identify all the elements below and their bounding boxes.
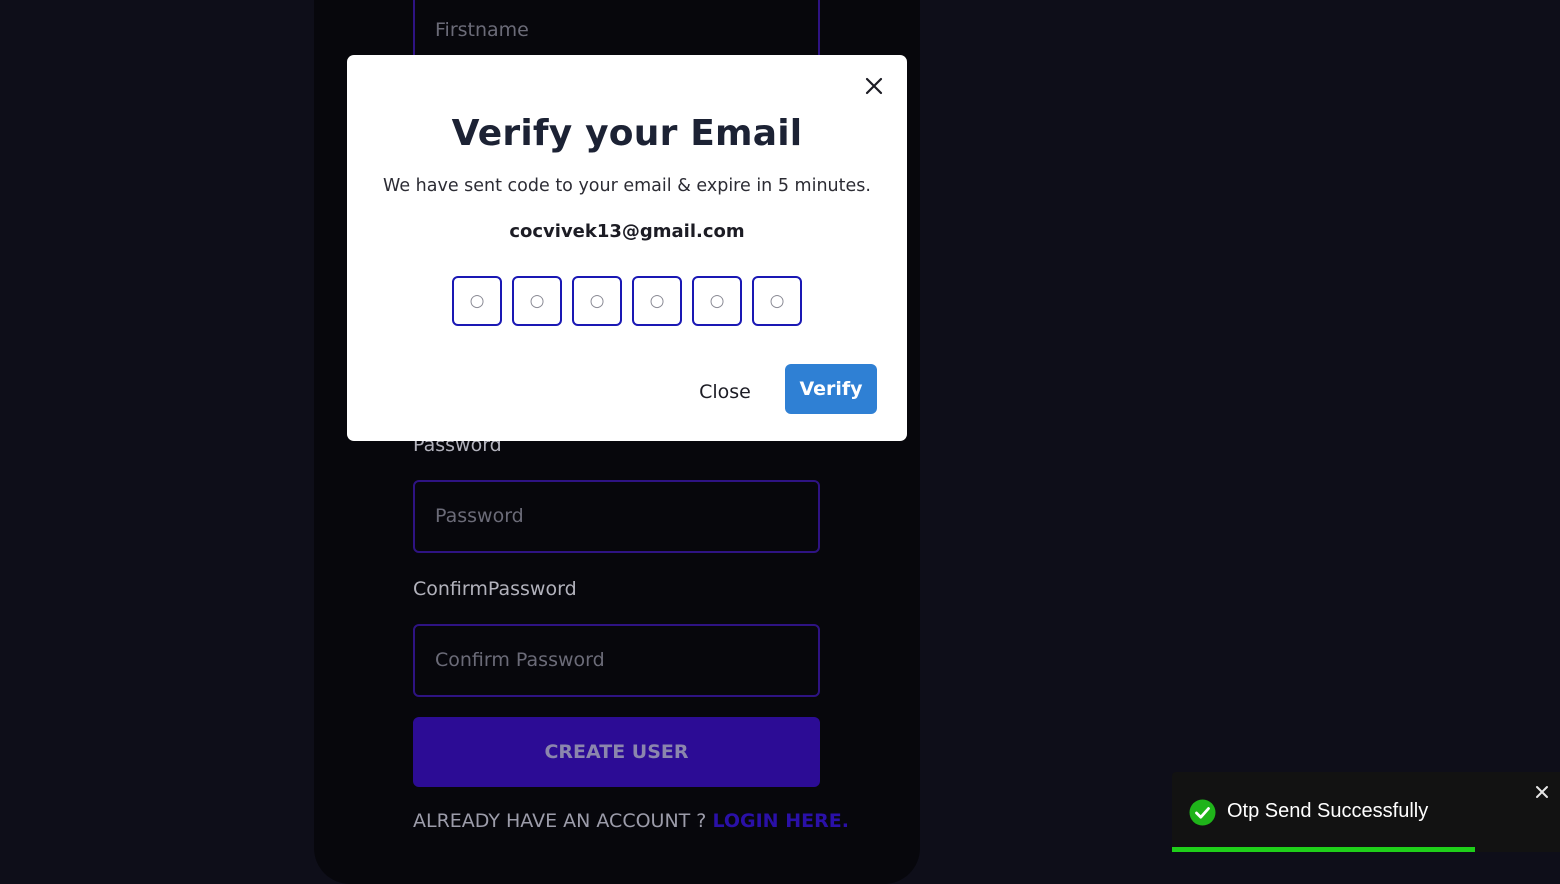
- create-user-button[interactable]: CREATE USER: [413, 717, 820, 787]
- login-here-link[interactable]: LOGIN HERE.: [712, 810, 848, 832]
- otp-digit-2[interactable]: ○: [512, 276, 562, 326]
- otp-digit-4[interactable]: ○: [632, 276, 682, 326]
- toast-progress-bar: [1172, 847, 1475, 852]
- modal-email: cocvivek13@gmail.com: [509, 221, 745, 242]
- confirm-password-input[interactable]: Confirm Password: [413, 624, 820, 697]
- firstname-input[interactable]: Firstname: [413, 0, 820, 61]
- otp-digit-5[interactable]: ○: [692, 276, 742, 326]
- modal-subtitle: We have sent code to your email & expire…: [383, 176, 871, 196]
- otp-digit-3[interactable]: ○: [572, 276, 622, 326]
- close-icon[interactable]: [863, 75, 885, 97]
- close-button[interactable]: Close: [687, 381, 763, 403]
- otp-digit-1[interactable]: ○: [452, 276, 502, 326]
- already-account-text: ALREADY HAVE AN ACCOUNT ?: [413, 810, 713, 832]
- password-input[interactable]: Password: [413, 480, 820, 553]
- password-placeholder: Password: [435, 505, 524, 527]
- verify-email-modal: Verify your Email We have sent code to y…: [347, 55, 907, 441]
- page: Firstname Password Password ConfirmPassw…: [0, 0, 1560, 884]
- login-prompt: ALREADY HAVE AN ACCOUNT ? LOGIN HERE.: [413, 810, 849, 832]
- modal-title: Verify your Email: [451, 113, 803, 154]
- toast-message: Otp Send Successfully: [1227, 800, 1429, 822]
- check-circle-icon: [1189, 799, 1216, 826]
- verify-button[interactable]: Verify: [785, 364, 877, 414]
- confirm-password-placeholder: Confirm Password: [435, 649, 605, 671]
- confirm-password-label: ConfirmPassword: [413, 578, 577, 600]
- close-icon[interactable]: [1534, 784, 1550, 800]
- firstname-placeholder: Firstname: [435, 19, 529, 41]
- otp-digit-6[interactable]: ○: [752, 276, 802, 326]
- toast-notification: Otp Send Successfully: [1172, 772, 1560, 852]
- toast-progress-track: [1172, 847, 1560, 852]
